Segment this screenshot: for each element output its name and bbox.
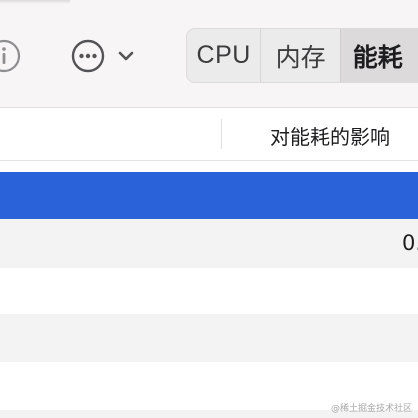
table-row[interactable]: 0. (0, 219, 418, 268)
column-divider[interactable] (221, 119, 222, 149)
activity-monitor-window: CPU 内存 能耗 对能耗的影响 0. @稀土掘金技术社区 (0, 0, 418, 418)
tab-memory[interactable]: 内存 (260, 29, 339, 82)
toolbar: CPU 内存 能耗 (0, 0, 418, 108)
tab-cpu[interactable]: CPU (187, 29, 260, 82)
energy-impact-cell: 0. (402, 231, 418, 255)
window-edge (0, 0, 70, 4)
table-row-selected[interactable] (0, 172, 418, 219)
chevron-down-icon[interactable] (117, 47, 135, 65)
column-header-energy-impact[interactable]: 对能耗的影响 (270, 121, 390, 150)
table-column-header: 对能耗的影响 (0, 109, 418, 161)
watermark: @稀土掘金技术社区 (330, 404, 412, 414)
table-row[interactable] (0, 314, 418, 362)
view-segmented-control: CPU 内存 能耗 (186, 28, 418, 83)
info-circle-icon[interactable] (0, 38, 22, 74)
ellipsis-circle-icon[interactable] (70, 38, 106, 74)
table-row[interactable] (0, 268, 418, 314)
tab-energy[interactable]: 能耗 (339, 29, 418, 82)
